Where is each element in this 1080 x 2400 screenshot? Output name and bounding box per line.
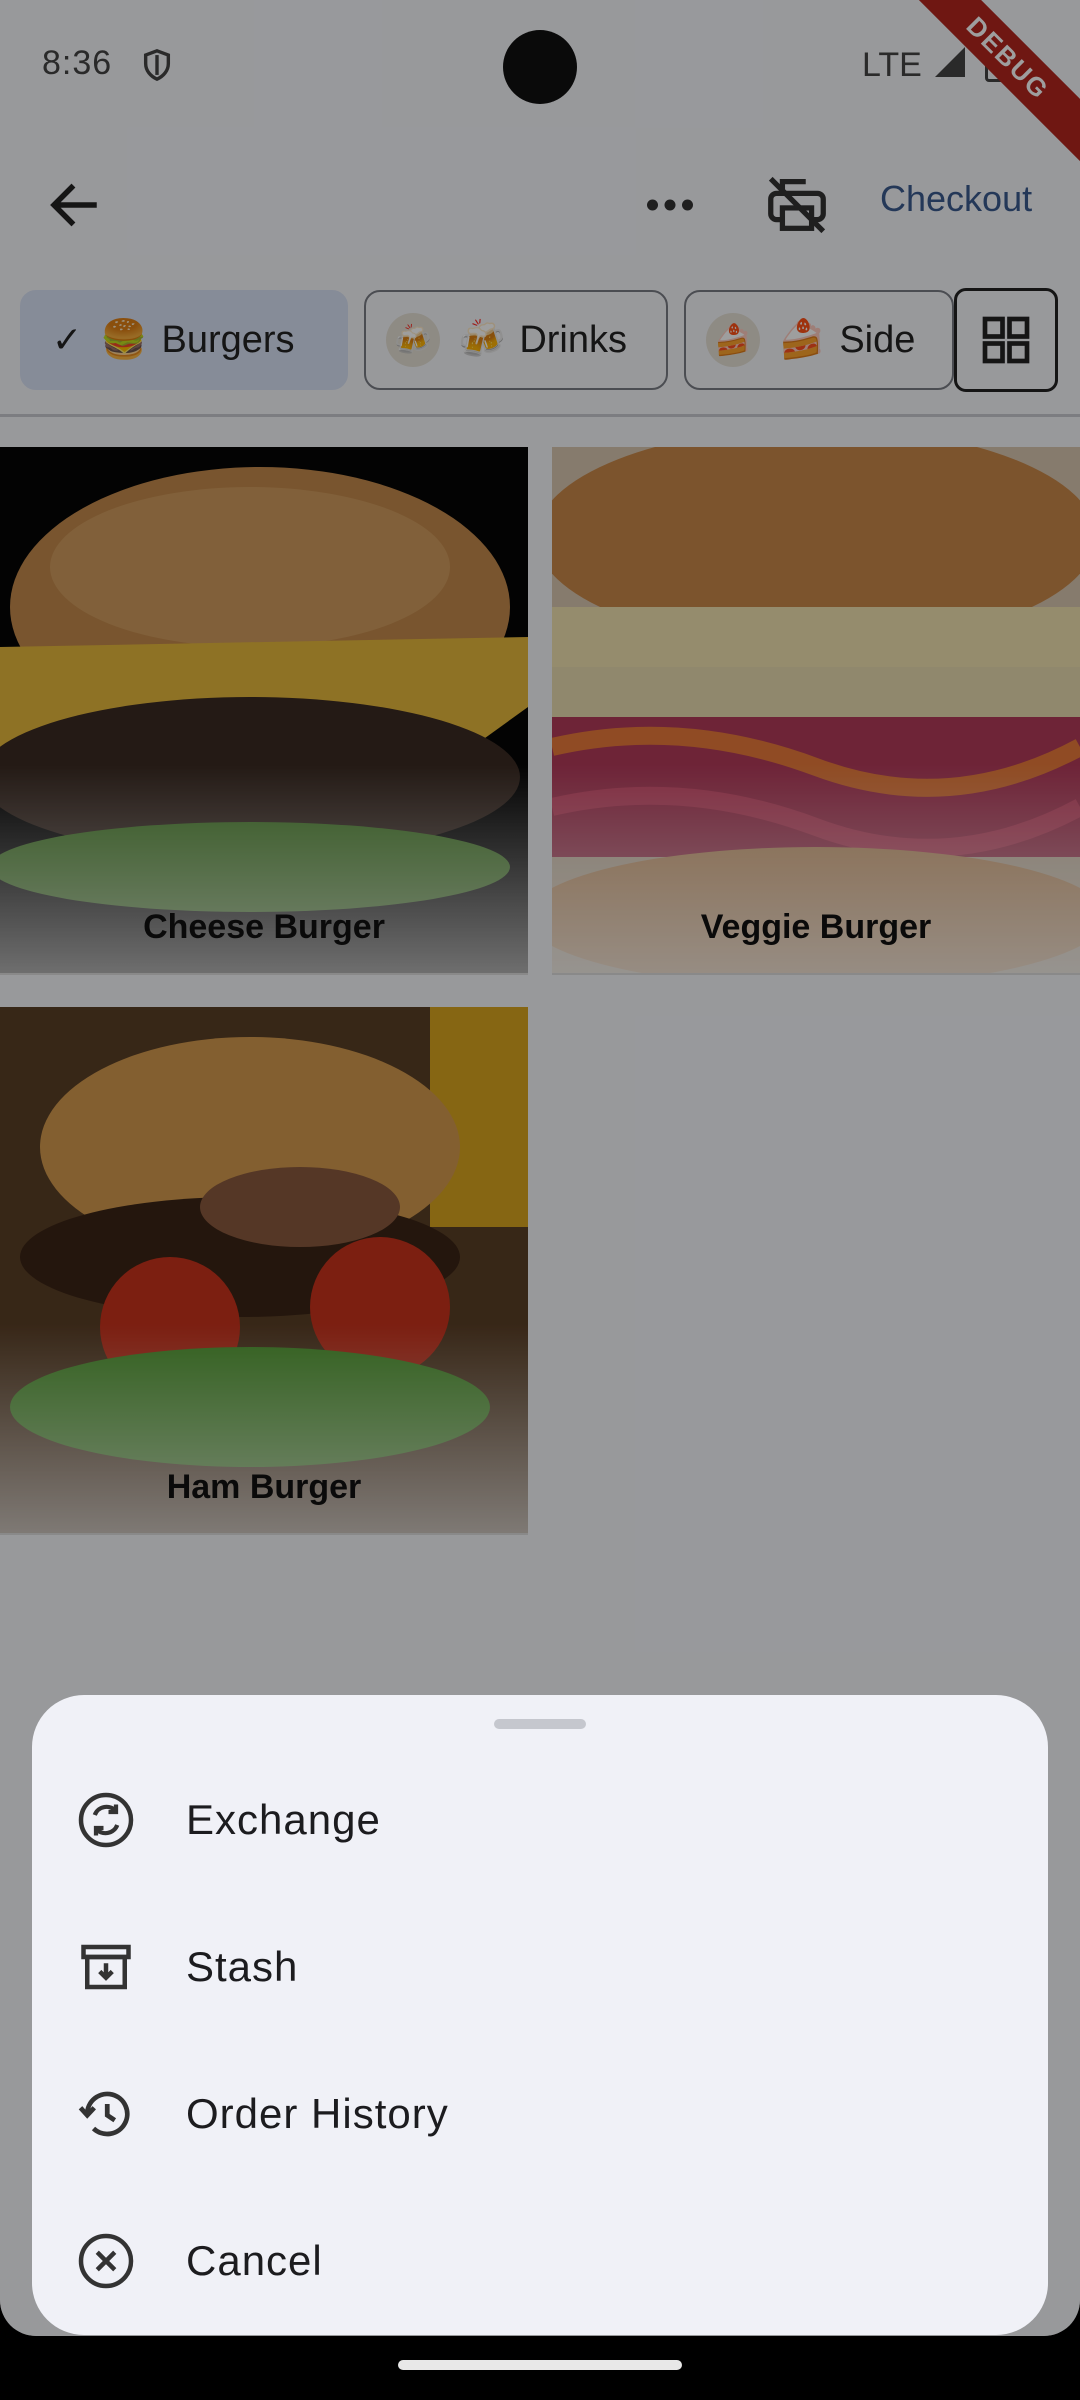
archive-icon [81,1944,131,1990]
exchange-icon [78,1792,134,1848]
sheet-item-label: Order History [186,2090,449,2137]
sheet-item-label: Stash [186,1943,299,1990]
history-icon [78,2091,130,2137]
sheet-item-label: Exchange [186,1796,381,1843]
app-screen: 8:36 LTE DEBUG Checkout ✓ 🍔 Burgers 🍻 🍻 … [0,0,1080,2336]
drag-handle[interactable] [494,1719,586,1729]
bottom-sheet: Exchange Stash Order History Cancel [32,1695,1048,2335]
sheet-item-label: Cancel [186,2237,323,2284]
sheet-item-stash[interactable]: Stash [32,1902,1048,2032]
cancel-icon [78,2233,134,2289]
sheet-item-order-history[interactable]: Order History [32,2049,1048,2179]
sheet-item-cancel[interactable]: Cancel [32,2196,1048,2326]
sheet-item-exchange[interactable]: Exchange [32,1755,1048,1885]
home-indicator[interactable] [398,2360,682,2370]
